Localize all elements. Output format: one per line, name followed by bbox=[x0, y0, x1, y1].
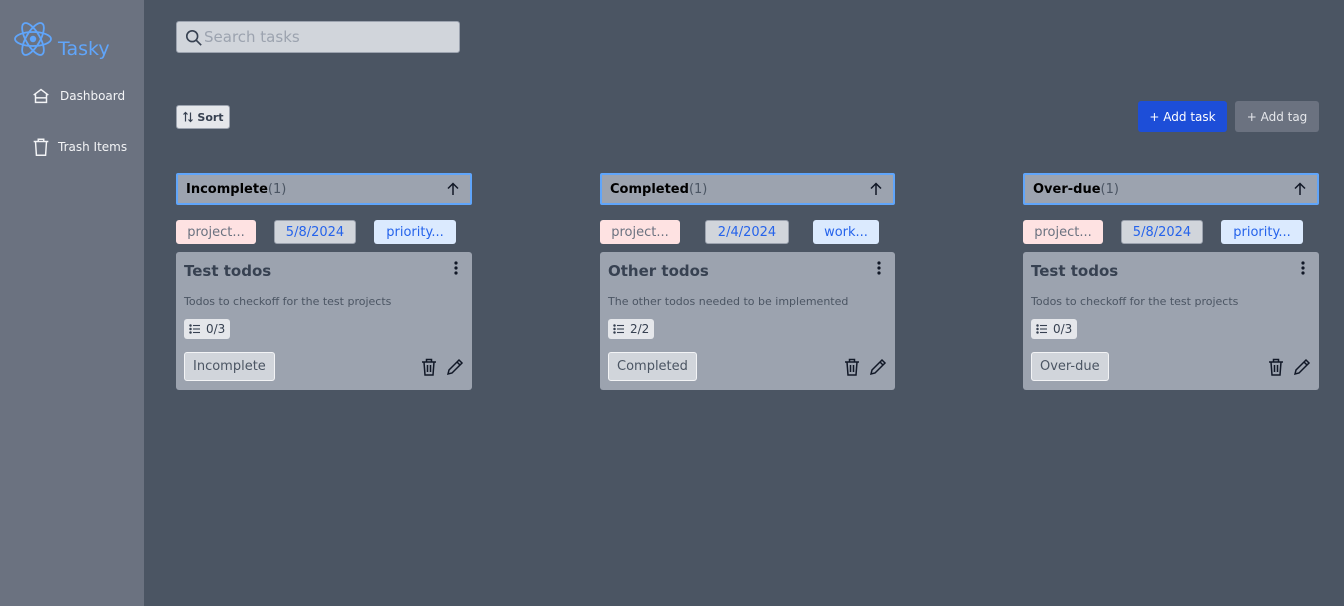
column-count: (1) bbox=[688, 181, 708, 197]
column-completed: Completed (1) project... 2/4/2024 work..… bbox=[600, 173, 895, 390]
task-card[interactable]: Test todos Todos to checkoff for the tes… bbox=[1023, 252, 1319, 390]
task-description: Todos to checkoff for the test projects bbox=[184, 295, 392, 308]
checklist-count: 0/3 bbox=[1053, 322, 1073, 336]
checklist-progress: 0/3 bbox=[184, 319, 231, 339]
list-icon bbox=[189, 324, 200, 334]
home-icon bbox=[33, 88, 49, 104]
sidebar-item-dashboard[interactable]: Dashboard bbox=[30, 85, 125, 107]
delete-icon[interactable] bbox=[421, 358, 437, 376]
tag-date[interactable]: 5/8/2024 bbox=[1121, 220, 1203, 244]
arrow-up-icon[interactable] bbox=[1293, 182, 1307, 196]
tag-date[interactable]: 5/8/2024 bbox=[274, 220, 356, 244]
edit-pencil-icon[interactable] bbox=[869, 358, 887, 376]
more-options-icon[interactable] bbox=[450, 260, 462, 276]
edit-pencil-icon[interactable] bbox=[1293, 358, 1311, 376]
column-title: Completed bbox=[610, 181, 689, 197]
arrow-up-icon[interactable] bbox=[446, 182, 460, 196]
sidebar-item-label: Trash Items bbox=[58, 140, 128, 154]
column-count: (1) bbox=[267, 181, 287, 197]
trash-icon bbox=[33, 138, 49, 156]
tag-work[interactable]: work... bbox=[813, 220, 879, 244]
checklist-count: 0/3 bbox=[206, 322, 226, 336]
checklist-progress: 2/2 bbox=[608, 319, 655, 339]
edit-pencil-icon[interactable] bbox=[446, 358, 464, 376]
column-header[interactable]: Completed (1) bbox=[600, 173, 895, 205]
checklist-progress: 0/3 bbox=[1031, 319, 1078, 339]
add-tag-button[interactable]: + Add tag bbox=[1235, 101, 1319, 132]
column-incomplete: Incomplete (1) project... 5/8/2024 prior… bbox=[176, 173, 472, 390]
more-options-icon[interactable] bbox=[873, 260, 885, 276]
app-logo[interactable]: Tasky bbox=[13, 20, 110, 60]
tag-row: project... 5/8/2024 priority... bbox=[1023, 220, 1319, 246]
tag-priority[interactable]: priority... bbox=[1221, 220, 1303, 244]
sidebar-item-label: Dashboard bbox=[60, 89, 126, 103]
tag-row: project... 2/4/2024 work... bbox=[600, 220, 895, 246]
tag-project[interactable]: project... bbox=[176, 220, 256, 244]
more-options-icon[interactable] bbox=[1297, 260, 1309, 276]
checklist-count: 2/2 bbox=[630, 322, 650, 336]
sort-button[interactable]: Sort bbox=[176, 105, 230, 129]
status-button[interactable]: Incomplete bbox=[184, 352, 275, 381]
arrow-up-icon[interactable] bbox=[869, 182, 883, 196]
react-atom-icon bbox=[14, 22, 52, 56]
tag-date[interactable]: 2/4/2024 bbox=[705, 220, 789, 244]
search-box bbox=[176, 21, 460, 53]
search-input[interactable] bbox=[204, 22, 454, 52]
tag-project[interactable]: project... bbox=[600, 220, 680, 244]
search-icon bbox=[185, 29, 202, 46]
task-description: The other todos needed to be implemented bbox=[608, 295, 849, 308]
tag-project[interactable]: project... bbox=[1023, 220, 1103, 244]
delete-icon[interactable] bbox=[1268, 358, 1284, 376]
column-over-due: Over-due (1) project... 5/8/2024 priorit… bbox=[1023, 173, 1319, 390]
sort-button-label: Sort bbox=[197, 110, 224, 124]
column-count: (1) bbox=[1100, 181, 1119, 197]
task-card[interactable]: Other todos The other todos needed to be… bbox=[600, 252, 895, 390]
tag-row: project... 5/8/2024 priority... bbox=[176, 220, 472, 246]
status-button[interactable]: Completed bbox=[608, 352, 697, 381]
task-title: Test todos bbox=[184, 262, 272, 280]
add-task-button[interactable]: + Add task bbox=[1138, 101, 1227, 132]
task-card[interactable]: Test todos Todos to checkoff for the tes… bbox=[176, 252, 472, 390]
delete-icon[interactable] bbox=[844, 358, 860, 376]
column-header[interactable]: Over-due (1) bbox=[1023, 173, 1319, 205]
sort-arrows-icon bbox=[183, 111, 194, 123]
task-title: Test todos bbox=[1031, 262, 1119, 280]
list-icon bbox=[613, 324, 624, 334]
task-description: Todos to checkoff for the test projects bbox=[1031, 295, 1239, 308]
app-name: Tasky bbox=[58, 38, 110, 60]
column-header[interactable]: Incomplete (1) bbox=[176, 173, 472, 205]
status-button[interactable]: Over-due bbox=[1031, 352, 1109, 381]
task-title: Other todos bbox=[608, 262, 709, 280]
list-icon bbox=[1036, 324, 1047, 334]
column-title: Over-due bbox=[1033, 181, 1101, 197]
sidebar-item-trash[interactable]: Trash Items bbox=[30, 136, 127, 158]
sidebar: Tasky Dashboard Trash Items bbox=[0, 0, 144, 606]
column-title: Incomplete bbox=[186, 181, 268, 197]
tag-priority[interactable]: priority... bbox=[374, 220, 456, 244]
